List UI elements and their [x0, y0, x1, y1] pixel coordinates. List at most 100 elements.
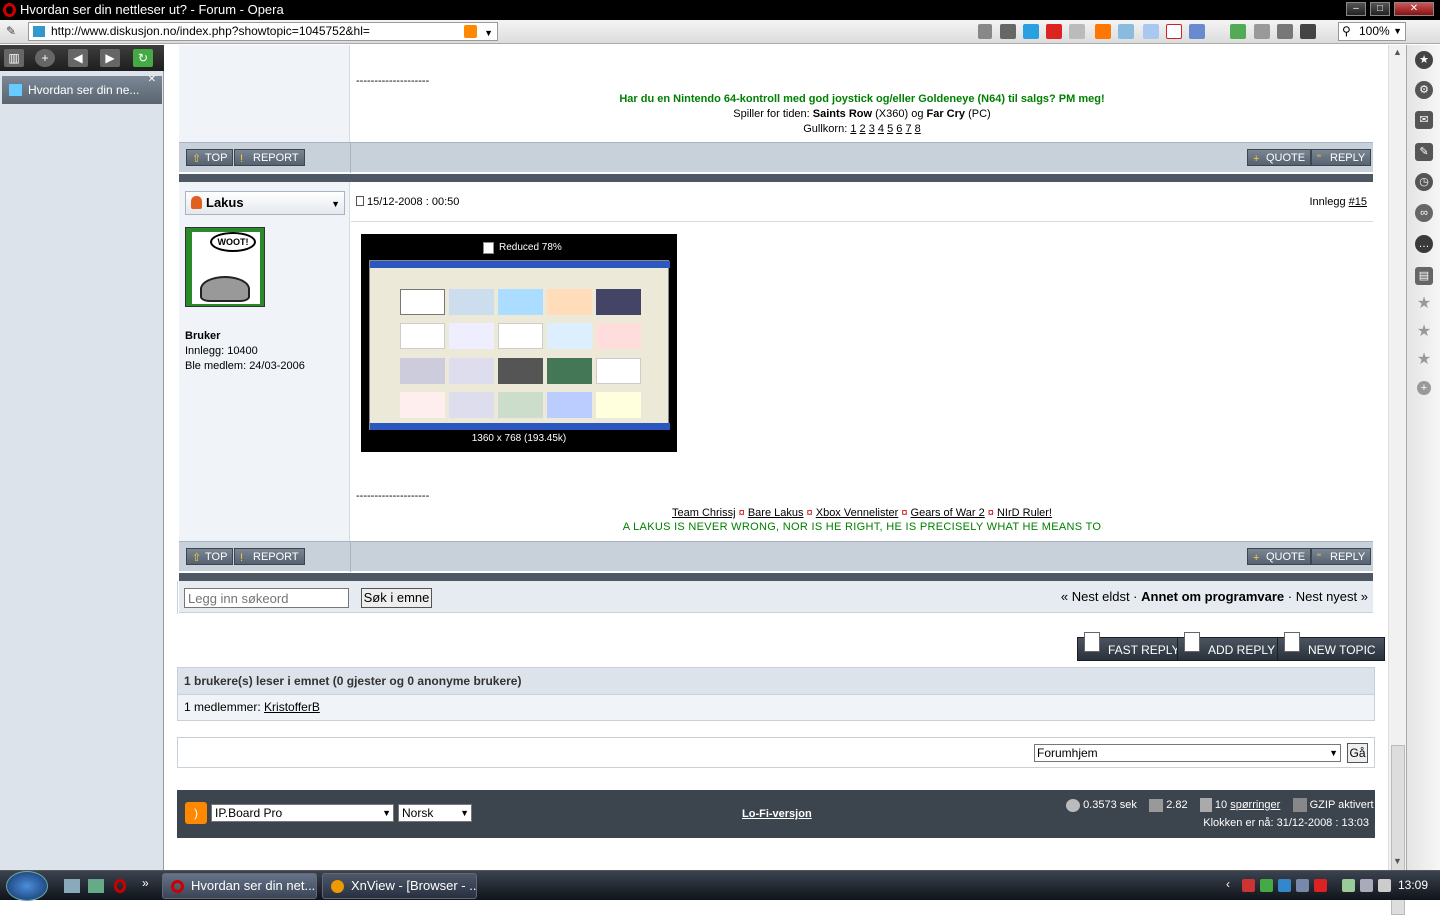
mail-icon[interactable] — [1000, 24, 1016, 39]
taskbar-opera[interactable]: Hvordan ser din net... — [162, 873, 317, 899]
pencil-icon[interactable]: ✎ — [6, 24, 16, 38]
gmail-icon[interactable] — [1166, 24, 1182, 39]
quicklaunch-icon[interactable] — [88, 879, 104, 893]
gullkorn-link[interactable]: 1 — [850, 123, 856, 135]
avatar[interactable]: WOOT! — [185, 227, 265, 307]
sig-link[interactable]: Xbox Vennelister — [816, 507, 899, 519]
grid-icon[interactable] — [1069, 24, 1085, 39]
close-tab-icon[interactable]: ✕ — [148, 74, 156, 86]
mail-panel-icon[interactable]: ✉ — [1415, 111, 1433, 129]
gullkorn-link[interactable]: 4 — [878, 123, 884, 135]
search-input[interactable] — [184, 588, 349, 608]
clipboard-icon[interactable]: ▤ — [1415, 267, 1433, 285]
refresh-panel-icon[interactable] — [1230, 24, 1246, 39]
pen-tool-icon[interactable] — [978, 24, 992, 39]
lofi-link[interactable]: Lo-Fi-versjon — [742, 808, 812, 820]
more-icon[interactable]: » — [142, 876, 149, 890]
newer-topic-link[interactable]: Nest nyest » — [1296, 589, 1368, 604]
tray-icon[interactable] — [1260, 879, 1273, 892]
member-link[interactable]: KristofferB — [264, 700, 320, 714]
gullkorn-link[interactable]: 2 — [860, 123, 866, 135]
start-button[interactable] — [6, 871, 48, 901]
opera-quicklaunch-icon[interactable] — [114, 879, 126, 893]
telenor-icon[interactable] — [1023, 24, 1039, 39]
sig-link[interactable]: Gears of War 2 — [911, 507, 985, 519]
add-icon[interactable]: + — [35, 49, 55, 67]
tray-icon[interactable] — [1314, 879, 1327, 892]
older-topic-link[interactable]: « Nest eldst — [1061, 589, 1130, 604]
gullkorn-link[interactable]: 5 — [887, 123, 893, 135]
chevron-down-icon[interactable]: ▼ — [484, 25, 493, 42]
history-clock-icon[interactable]: ◷ — [1415, 173, 1433, 191]
forward-arrow-icon[interactable]: ▶ — [100, 49, 120, 67]
show-desktop-icon[interactable] — [64, 879, 80, 893]
address-url[interactable]: http://www.diskusjon.no/index.php?showto… — [51, 24, 370, 38]
rss-feed-icon[interactable] — [464, 25, 477, 38]
go-button[interactable]: Gå — [1347, 743, 1368, 763]
panel-tab[interactable]: Hvordan ser din ne... ✕ — [2, 74, 162, 104]
tray-icon[interactable] — [1296, 879, 1309, 892]
search-topic-button[interactable]: Søk i emne — [361, 588, 432, 608]
minimize-button[interactable]: – — [1346, 2, 1366, 16]
reply-button[interactable]: " REPLY — [1311, 149, 1372, 166]
sig-link[interactable]: NIrD Ruler! — [997, 507, 1052, 519]
star-icon[interactable]: ★ — [1415, 323, 1433, 341]
gullkorn-link[interactable]: 8 — [915, 123, 921, 135]
sig-link[interactable]: Bare Lakus — [748, 507, 804, 519]
reload-icon[interactable]: ↻ — [133, 49, 153, 67]
fast-reply-button[interactable]: FAST REPLY — [1077, 632, 1189, 661]
new-topic-button[interactable]: NEW TOPIC — [1277, 632, 1385, 661]
rss-icon[interactable]: ) — [185, 802, 207, 824]
post-number-link[interactable]: #15 — [1349, 196, 1367, 208]
gullkorn-link[interactable]: 6 — [896, 123, 902, 135]
robot-icon[interactable] — [1277, 24, 1293, 39]
back-arrow-icon[interactable]: ◀ — [68, 49, 88, 67]
gullkorn-link[interactable]: 7 — [905, 123, 911, 135]
settings-gear-icon[interactable]: ⚙ — [1415, 81, 1433, 99]
maximize-button[interactable]: □ — [1370, 2, 1390, 16]
info-icon[interactable] — [1143, 24, 1159, 39]
zoom-select[interactable]: ⚲ 100% ▼ — [1338, 22, 1406, 41]
report-button[interactable]: ! REPORT — [234, 149, 305, 166]
rss-orange-icon[interactable] — [1095, 24, 1111, 39]
forum-link[interactable]: Annet om programvare — [1141, 589, 1284, 604]
scroll-up-icon[interactable]: ▲ — [1393, 47, 1402, 57]
tray-icon[interactable] — [1342, 879, 1355, 892]
post-image-frame[interactable]: Reduced 78% 1360 x 768 (193.45k) — [361, 234, 677, 452]
feed-reader-icon[interactable] — [1189, 24, 1205, 39]
yr-weather-icon[interactable] — [1118, 24, 1134, 39]
notes-icon[interactable]: ✎ — [1415, 143, 1433, 161]
scroll-down-icon[interactable]: ▼ — [1393, 856, 1402, 866]
star-icon[interactable]: ★ — [1415, 295, 1433, 313]
gullkorn-link[interactable]: 3 — [869, 123, 875, 135]
top-button[interactable]: ⇧ TOP — [186, 149, 234, 166]
bookmarks-star-icon[interactable]: ★ — [1415, 51, 1433, 69]
quote-button[interactable]: + QUOTE — [1247, 149, 1312, 166]
add-reply-button[interactable]: ADD REPLY — [1177, 632, 1285, 661]
taskbar-xnview[interactable]: XnView - [Browser - ... — [322, 873, 477, 899]
camera-icon[interactable] — [1300, 24, 1316, 39]
page-scrollbar[interactable]: ▲ ▼ — [1388, 45, 1406, 915]
close-button[interactable]: ✕ — [1394, 2, 1434, 16]
glasses-icon[interactable] — [1254, 24, 1270, 39]
add-panel-icon[interactable]: + — [1417, 381, 1431, 395]
taskbar-clock[interactable]: 13:09 — [1398, 878, 1428, 892]
queries-link[interactable]: spørringer — [1230, 799, 1280, 811]
top-button[interactable]: ⇧ TOP — [186, 548, 234, 565]
sig-link[interactable]: Team Chrissj — [672, 507, 736, 519]
tray-icon[interactable] — [1242, 879, 1255, 892]
network-icon[interactable] — [1360, 879, 1373, 892]
tray-expand-icon[interactable]: ‹ — [1226, 877, 1230, 891]
address-field[interactable]: http://www.diskusjon.no/index.php?showto… — [28, 22, 498, 41]
reply-button[interactable]: " REPLY — [1311, 548, 1372, 565]
volume-icon[interactable] — [1378, 879, 1391, 892]
forum-jump-select[interactable]: Forumhjem ▼ — [1034, 744, 1341, 762]
links-icon[interactable]: ∞ — [1415, 204, 1433, 222]
quote-button[interactable]: + QUOTE — [1247, 548, 1312, 565]
language-select[interactable]: Norsk ▼ — [398, 804, 472, 822]
star-icon[interactable]: ★ — [1415, 351, 1433, 369]
skin-select[interactable]: IP.Board Pro ▼ — [211, 804, 394, 822]
trash-icon[interactable]: ▥ — [4, 49, 24, 67]
lastfm-icon[interactable] — [1046, 24, 1062, 39]
bluetooth-icon[interactable] — [1278, 879, 1291, 892]
